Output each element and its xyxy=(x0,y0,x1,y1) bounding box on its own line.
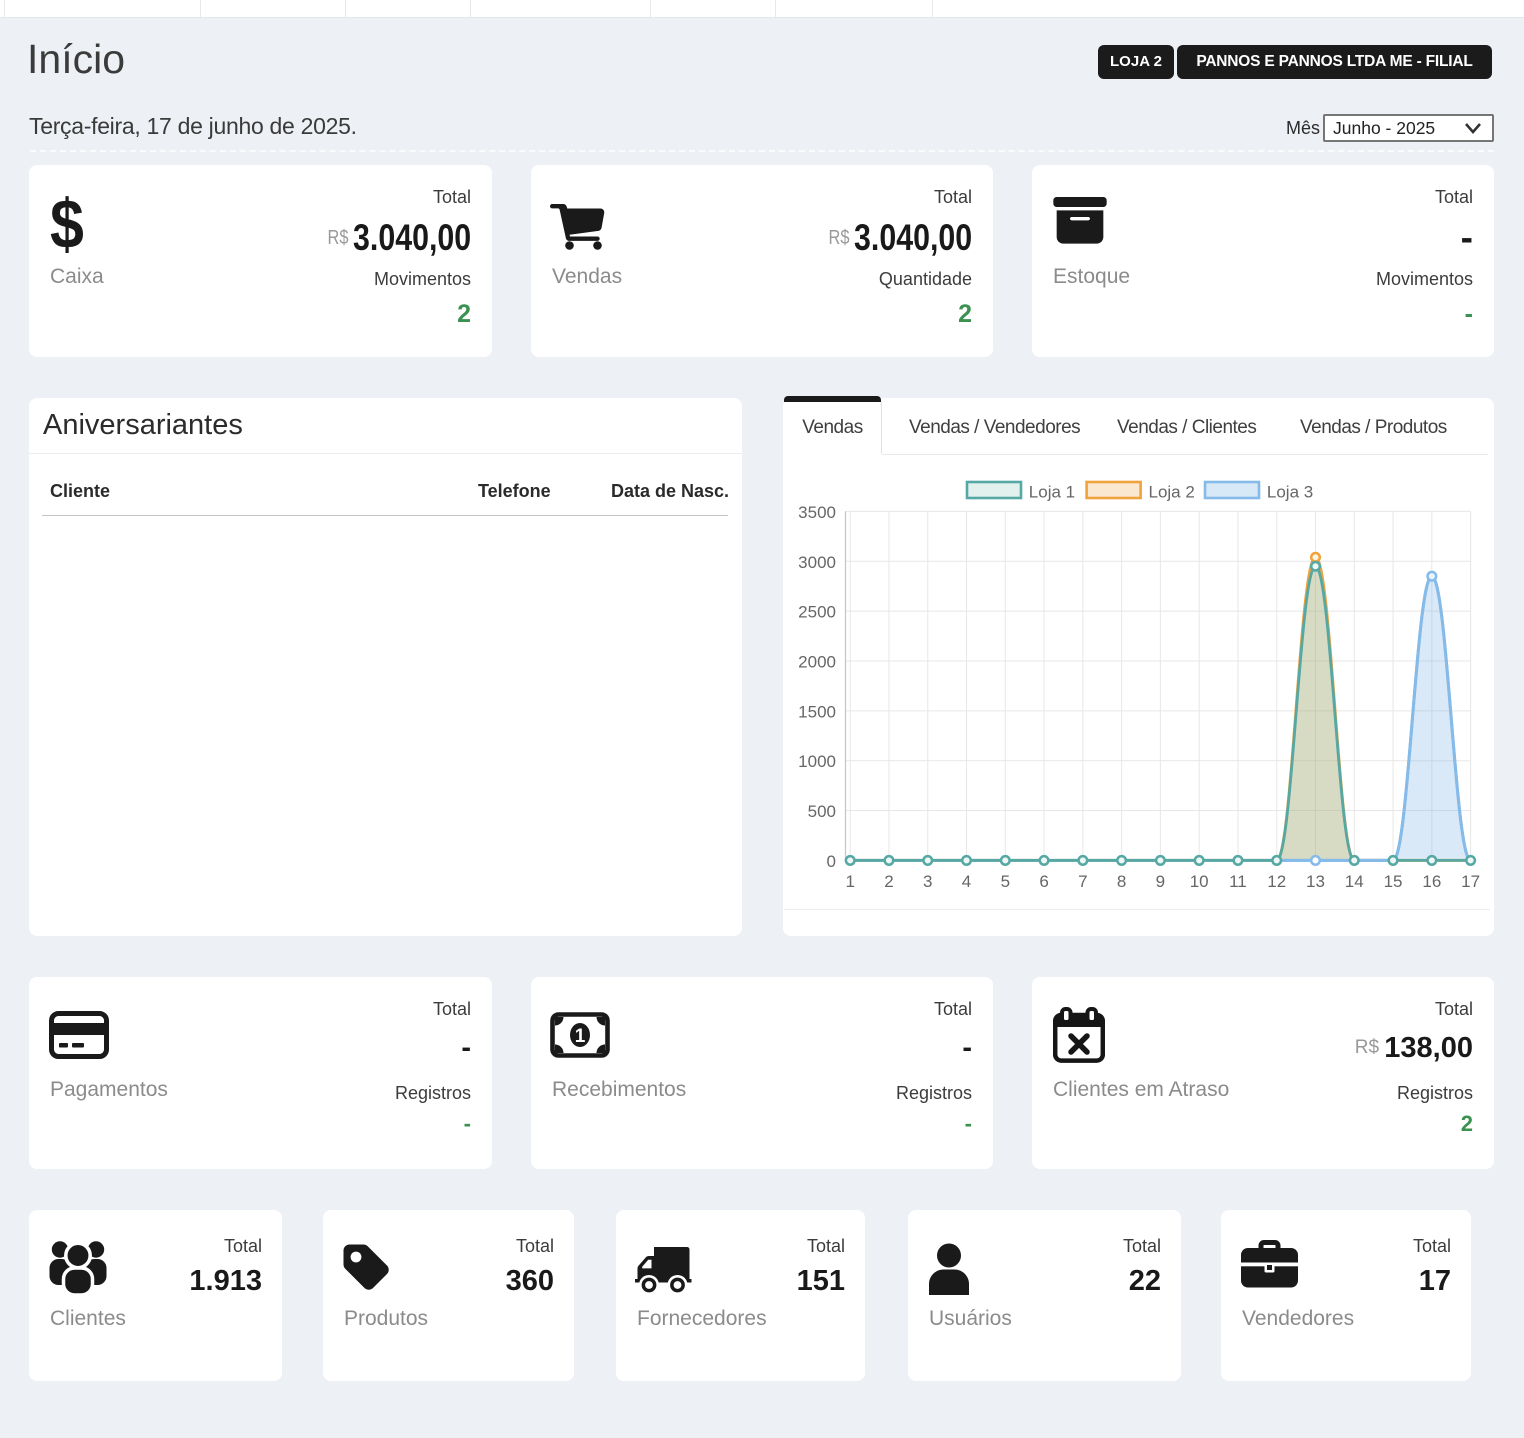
svg-text:4: 4 xyxy=(962,872,971,891)
svg-text:2: 2 xyxy=(884,872,893,891)
svg-text:6: 6 xyxy=(1039,872,1048,891)
svg-text:7: 7 xyxy=(1078,872,1087,891)
svg-text:1: 1 xyxy=(845,872,854,891)
svg-text:12: 12 xyxy=(1267,872,1286,891)
svg-text:3: 3 xyxy=(923,872,932,891)
svg-text:5: 5 xyxy=(1001,872,1010,891)
svg-text:17: 17 xyxy=(1461,872,1480,891)
svg-text:0: 0 xyxy=(827,852,836,871)
svg-text:3500: 3500 xyxy=(798,503,836,522)
svg-text:15: 15 xyxy=(1384,872,1403,891)
svg-text:Loja 3: Loja 3 xyxy=(1267,483,1313,502)
svg-text:1500: 1500 xyxy=(798,702,836,721)
svg-text:Loja 1: Loja 1 xyxy=(1029,483,1075,502)
svg-text:11: 11 xyxy=(1229,872,1247,891)
svg-text:9: 9 xyxy=(1156,872,1165,891)
svg-text:14: 14 xyxy=(1345,872,1364,891)
svg-text:13: 13 xyxy=(1306,872,1325,891)
svg-text:3000: 3000 xyxy=(798,553,836,572)
svg-text:16: 16 xyxy=(1422,872,1441,891)
svg-text:Loja 2: Loja 2 xyxy=(1149,483,1195,502)
svg-text:2000: 2000 xyxy=(798,652,836,671)
svg-text:1000: 1000 xyxy=(798,752,836,771)
svg-text:1: 1 xyxy=(575,1026,586,1047)
svg-text:500: 500 xyxy=(808,802,836,821)
svg-text:8: 8 xyxy=(1117,872,1126,891)
svg-text:2500: 2500 xyxy=(798,603,836,622)
svg-text:10: 10 xyxy=(1190,872,1209,891)
